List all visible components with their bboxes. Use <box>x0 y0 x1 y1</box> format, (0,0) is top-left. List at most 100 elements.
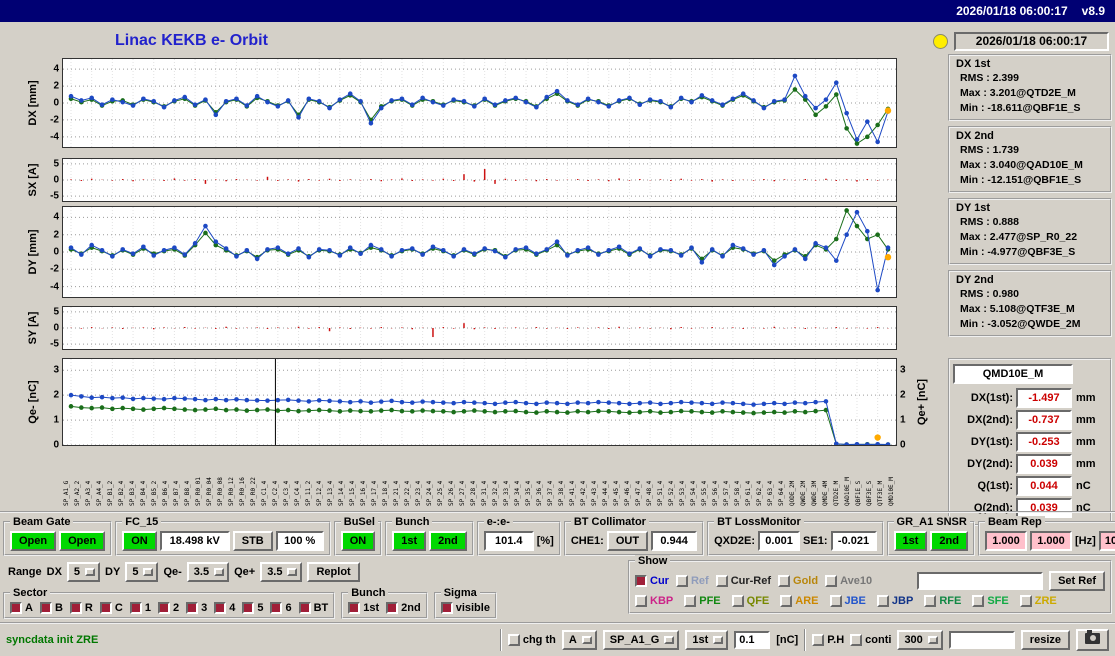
checkbox-pfe[interactable]: PFE <box>684 595 721 607</box>
checkbox-box[interactable] <box>812 634 825 646</box>
checkbox-box[interactable] <box>715 575 728 587</box>
che1-out-button[interactable]: OUT <box>606 531 649 551</box>
checkbox-box[interactable] <box>242 602 255 614</box>
checkbox-box[interactable] <box>129 602 142 614</box>
tick-label: 2 <box>53 80 59 92</box>
checkbox-cur[interactable]: Cur <box>635 575 669 587</box>
checkbox-box[interactable] <box>507 634 520 646</box>
checkbox-box[interactable] <box>186 602 199 614</box>
checkbox-2nd[interactable]: 2nd <box>386 602 421 614</box>
range-qep-select[interactable]: 3.5 <box>260 562 303 582</box>
set-ref-button[interactable]: Set Ref <box>1049 571 1105 591</box>
range-qem-select[interactable]: 3.5 <box>186 562 230 582</box>
checkbox-box[interactable] <box>635 595 647 607</box>
tick-label: -5 <box>50 190 59 202</box>
checkbox-box[interactable] <box>440 602 453 614</box>
checkbox-6[interactable]: 6 <box>270 602 292 614</box>
checkbox-box[interactable] <box>825 575 838 587</box>
checkbox-box[interactable] <box>850 634 863 646</box>
fc15-stb-button[interactable]: STB <box>232 531 273 551</box>
gr-a1-1st-button[interactable]: 1st <box>893 531 928 551</box>
ref-name-input[interactable] <box>917 572 1044 590</box>
resize-button[interactable]: resize <box>1020 630 1070 650</box>
checkbox-visible[interactable]: visible <box>440 602 490 614</box>
checkbox-box[interactable] <box>635 575 647 587</box>
checkbox-box[interactable] <box>39 602 52 614</box>
bunch-2nd-button[interactable]: 2nd <box>429 531 467 551</box>
plot-sy[interactable]: SY [A] 5 0 -5 <box>27 306 897 350</box>
gr-a1-2nd-button[interactable]: 2nd <box>930 531 968 551</box>
checkbox-box[interactable] <box>972 595 985 607</box>
plot-dx[interactable]: DX [mm] 4 2 0 -2 -4 <box>27 58 897 148</box>
checkbox-cur-ref[interactable]: Cur-Ref <box>715 575 771 587</box>
checkbox-gold[interactable]: Gold <box>778 575 818 587</box>
beam-rep-title: Beam Rep <box>984 516 1045 528</box>
checkbox-jbe[interactable]: JBE <box>829 595 866 607</box>
checkbox-a[interactable]: A <box>10 602 33 614</box>
checkbox-c[interactable]: C <box>99 602 123 614</box>
checkbox-box[interactable] <box>876 595 889 607</box>
checkbox-3[interactable]: 3 <box>186 602 207 614</box>
checkbox-1st[interactable]: 1st <box>348 602 379 614</box>
checkbox-5[interactable]: 5 <box>242 602 263 614</box>
checkbox-box[interactable] <box>99 602 112 614</box>
range-dx-select[interactable]: 5 <box>66 562 101 582</box>
plot-dy[interactable]: DY [mm] 4 2 0 -2 -4 <box>27 206 897 298</box>
checkbox-sfe[interactable]: SFE <box>972 595 1009 607</box>
checkbox-box[interactable] <box>270 602 283 614</box>
plot-sx[interactable]: SX [A] 5 0 -5 <box>27 158 897 202</box>
checkbox-box[interactable] <box>386 602 399 614</box>
bt-collimator-group: BT Collimator CHE1: OUT 0.944 <box>563 516 705 556</box>
checkbox-box[interactable] <box>780 595 793 607</box>
checkbox-zre[interactable]: ZRE <box>1019 595 1057 607</box>
checkbox-b[interactable]: B <box>39 602 63 614</box>
checkbox-1[interactable]: 1 <box>129 602 151 614</box>
filename-input[interactable] <box>948 631 1015 649</box>
checkbox-rfe[interactable]: RFE <box>924 595 961 607</box>
threshold-input[interactable] <box>734 631 771 649</box>
checkbox-box[interactable] <box>684 595 697 607</box>
conti-checkbox[interactable]: conti <box>850 634 891 646</box>
device-label: SP_A4_4 <box>96 480 103 506</box>
ph-checkbox[interactable]: P.H <box>812 634 844 646</box>
checkbox-box[interactable] <box>157 602 170 614</box>
checkbox-box[interactable] <box>731 595 744 607</box>
interval-select[interactable]: 300 <box>897 630 943 650</box>
checkbox-2[interactable]: 2 <box>157 602 179 614</box>
checkbox-box[interactable] <box>778 575 791 587</box>
bunch-order-select[interactable]: 1st <box>685 630 729 650</box>
checkbox-ave10[interactable]: Ave10 <box>825 575 872 587</box>
checkbox-ref[interactable]: Ref <box>675 575 709 587</box>
checkbox-box[interactable] <box>298 602 311 614</box>
device-select[interactable]: SP_A1_G <box>602 630 680 650</box>
checkbox-box[interactable] <box>675 575 688 587</box>
checkbox-box[interactable] <box>214 602 227 614</box>
range-dy-select[interactable]: 5 <box>125 562 159 582</box>
checkbox-are[interactable]: ARE <box>780 595 819 607</box>
beam-gate-open1-button[interactable]: Open <box>10 531 57 551</box>
bt-collimator-title: BT Collimator <box>570 516 649 528</box>
replot-button[interactable]: Replot <box>307 562 360 582</box>
plot-qe[interactable]: Qe- [nC] 3 2 1 0 3 2 1 0 Qe+ [nC] <box>27 358 928 451</box>
ee-ratio-field: 101.4 <box>483 531 534 551</box>
checkbox-box[interactable] <box>829 595 842 607</box>
checkbox-qfe[interactable]: QFE <box>731 595 769 607</box>
checkbox-box[interactable] <box>348 602 361 614</box>
checkbox-box[interactable] <box>69 602 82 614</box>
chg-th-checkbox[interactable]: chg th <box>507 634 556 646</box>
bunch-group: Bunch 1st 2nd <box>385 516 474 556</box>
checkbox-box[interactable] <box>10 602 22 614</box>
bunch-1st-button[interactable]: 1st <box>392 531 427 551</box>
busel-on-button[interactable]: ON <box>340 531 376 551</box>
fc15-on-button[interactable]: ON <box>122 531 157 551</box>
checkbox-jbp[interactable]: JBP <box>876 595 913 607</box>
checkbox-kbp[interactable]: KBP <box>635 595 673 607</box>
checkbox-box[interactable] <box>924 595 937 607</box>
checkbox-bt[interactable]: BT <box>298 602 328 614</box>
checkbox-box[interactable] <box>1019 595 1032 607</box>
checkbox-r[interactable]: R <box>69 602 93 614</box>
beam-gate-open2-button[interactable]: Open <box>59 531 106 551</box>
checkbox-4[interactable]: 4 <box>214 602 235 614</box>
screenshot-button[interactable] <box>1076 629 1109 651</box>
chg-th-mode-select[interactable]: A <box>561 630 597 650</box>
